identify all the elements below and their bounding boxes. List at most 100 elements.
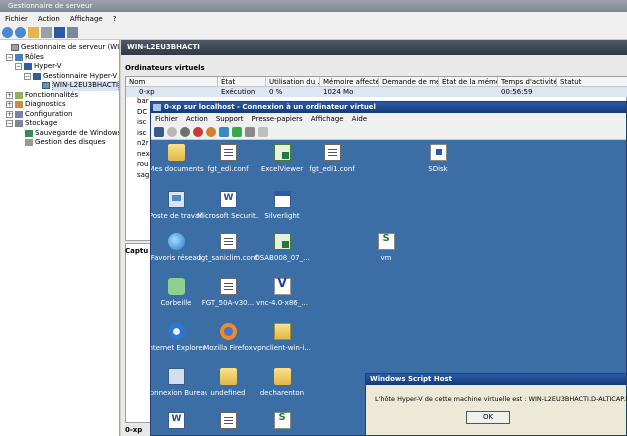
tree-item-hyperv[interactable]: − Hyper-V — [0, 62, 119, 72]
tree-item-storage[interactable]: − Stockage — [0, 119, 119, 129]
table-cell[interactable] — [557, 87, 627, 97]
dialog-message: L'hôte Hyper-V de cette machine virtuell… — [375, 395, 627, 403]
menu-affichage[interactable]: Affichage — [65, 15, 108, 23]
diagnostics-icon — [15, 101, 23, 109]
host-header: WIN-L2EU3BHACTI — [121, 40, 627, 55]
collapse-icon[interactable]: − — [15, 63, 22, 71]
forward-arrow-icon[interactable] — [15, 27, 26, 38]
shutdown-icon[interactable] — [193, 127, 203, 137]
properties-icon[interactable] — [41, 27, 52, 38]
snapshot-icon[interactable] — [245, 127, 255, 137]
tree-item-server-manager[interactable]: Gestionnaire de serveur (WIN-L2EU — [0, 43, 119, 53]
network-places-icon — [167, 233, 185, 250]
tree-item-hyperv-manager[interactable]: − Gestionnaire Hyper-V — [0, 72, 119, 82]
list-item[interactable]: isc — [125, 117, 146, 128]
list-item[interactable]: bar — [125, 96, 149, 107]
tree-item-host[interactable]: WIN-L2EU3BHACTI — [0, 81, 119, 91]
col-header[interactable]: Mémoire affectée — [320, 77, 379, 87]
desktop-icon-silverlight[interactable]: Silverlight — [251, 191, 313, 220]
col-header[interactable]: Utilisation du ... — [266, 77, 320, 87]
vm-menu-clipboard[interactable]: Presse-papiers — [248, 115, 307, 123]
tree-label: Configuration — [25, 109, 73, 118]
dialog-title-bar[interactable]: Windows Script Host — [366, 374, 626, 385]
menu-fichier[interactable]: Fichier — [0, 15, 33, 23]
col-header[interactable]: Temps d'activité — [498, 77, 557, 87]
list-item[interactable]: sag — [125, 170, 149, 181]
desktop-icon-vm[interactable]: vm — [355, 233, 417, 262]
tree-item-configuration[interactable]: + Configuration — [0, 110, 119, 120]
tree-label: Diagnostics — [25, 100, 66, 108]
desktop-icon-fgt-edi1-conf[interactable]: fgt_edi1.conf — [301, 144, 363, 173]
tree-item-features[interactable]: + Fonctionnalités — [0, 91, 119, 101]
desktop-icon-fgt-saniclim-conf[interactable]: fgt_saniclim.conf — [197, 233, 259, 262]
col-header[interactable]: Statut — [557, 77, 627, 87]
desktop-icon-undefined[interactable]: undefined — [197, 368, 259, 397]
turn-off-icon[interactable] — [180, 127, 190, 137]
col-header[interactable]: État de la mémoire — [439, 77, 498, 87]
col-header[interactable]: Demande de mé... — [379, 77, 439, 87]
desktop-icon-fgt-50a[interactable]: FGT_50A-v30... — [197, 278, 259, 307]
tree-item-roles[interactable]: − Rôles — [0, 53, 119, 63]
tree-item-disk-management[interactable]: Gestion des disques — [0, 138, 119, 148]
list-item[interactable]: n2r — [125, 138, 149, 149]
disk-icon — [25, 139, 33, 147]
menu-help[interactable]: ? — [108, 15, 122, 23]
list-item[interactable]: rou — [125, 159, 148, 170]
tree-item-backup[interactable]: Sauvegarde de Windows Se — [0, 129, 119, 139]
desktop-icon-vpnclient[interactable]: vpnclient-win-i... — [251, 323, 313, 352]
desktop-icon-decharenton[interactable]: decharenton — [251, 368, 313, 397]
vm-menu-affichage[interactable]: Affichage — [307, 115, 348, 123]
back-arrow-icon[interactable] — [2, 27, 13, 38]
pause-icon[interactable] — [219, 127, 229, 137]
save-state-icon[interactable] — [206, 127, 216, 137]
table-cell[interactable]: 0 % — [266, 87, 320, 97]
desktop-icon-microsoft-security[interactable]: Microsoft Securit... — [197, 191, 259, 220]
reset-icon[interactable] — [232, 127, 242, 137]
recycle-bin-icon — [167, 278, 185, 295]
desktop-icon-vnc[interactable]: vnc-4.0-x86_... — [251, 278, 313, 307]
ctrl-alt-del-icon[interactable] — [154, 127, 164, 137]
collapse-icon[interactable]: − — [6, 120, 13, 128]
up-folder-icon[interactable] — [28, 27, 39, 38]
table-cell[interactable] — [439, 87, 498, 97]
list-item[interactable]: nex — [125, 149, 150, 160]
tree-item-diagnostics[interactable]: + Diagnostics — [0, 100, 119, 110]
help-icon[interactable] — [54, 27, 65, 38]
desktop-icon-partial[interactable] — [251, 412, 313, 433]
col-header[interactable]: État — [218, 77, 266, 87]
expand-icon[interactable]: + — [6, 91, 13, 99]
col-header[interactable]: Nom — [126, 77, 218, 87]
collapse-icon[interactable]: − — [6, 53, 13, 61]
expand-icon[interactable]: + — [6, 110, 13, 118]
expand-icon[interactable]: + — [6, 101, 13, 109]
table-cell[interactable]: 1024 Mo — [320, 87, 379, 97]
storage-icon — [15, 120, 23, 128]
vm-window-title-bar[interactable]: 0-xp sur localhost - Connexion à un ordi… — [151, 102, 626, 113]
desktop-icon-mozilla-firefox[interactable]: Mozilla Firefox — [197, 323, 259, 352]
folder-icon — [273, 368, 291, 385]
desktop-icon-fgt-edi-conf[interactable]: fgt_edi.conf — [197, 144, 259, 173]
firefox-icon — [219, 323, 237, 340]
table-cell[interactable]: 00:56:59 — [498, 87, 557, 97]
revert-icon[interactable] — [258, 127, 268, 137]
menu-action[interactable]: Action — [33, 15, 65, 23]
vm-menu-action[interactable]: Action — [182, 115, 212, 123]
list-item[interactable]: DC — [125, 107, 147, 118]
backup-icon — [25, 129, 33, 137]
table-cell[interactable]: Exécution — [218, 87, 266, 97]
start-icon[interactable] — [167, 127, 177, 137]
vm-menu-fichier[interactable]: Fichier — [151, 115, 182, 123]
list-item[interactable]: isc — [125, 128, 146, 139]
desktop-icon-sdisk[interactable]: SDisk — [407, 144, 469, 173]
ok-button[interactable]: OK — [466, 411, 510, 424]
tree-label: Sauvegarde de Windows Se — [35, 128, 119, 137]
vm-menu-aide[interactable]: Aide — [348, 115, 371, 123]
desktop-icon-osab[interactable]: OSAB008_07_... — [251, 233, 313, 262]
console-tree-icon[interactable] — [67, 27, 78, 38]
vnc-installer-icon — [273, 278, 291, 295]
table-cell[interactable] — [379, 87, 439, 97]
message-dialog: Windows Script Host L'hôte Hyper-V de ce… — [365, 373, 627, 436]
desktop-icon-partial[interactable] — [197, 412, 259, 433]
vm-menu-support[interactable]: Support — [212, 115, 248, 123]
collapse-icon[interactable]: − — [24, 72, 31, 80]
